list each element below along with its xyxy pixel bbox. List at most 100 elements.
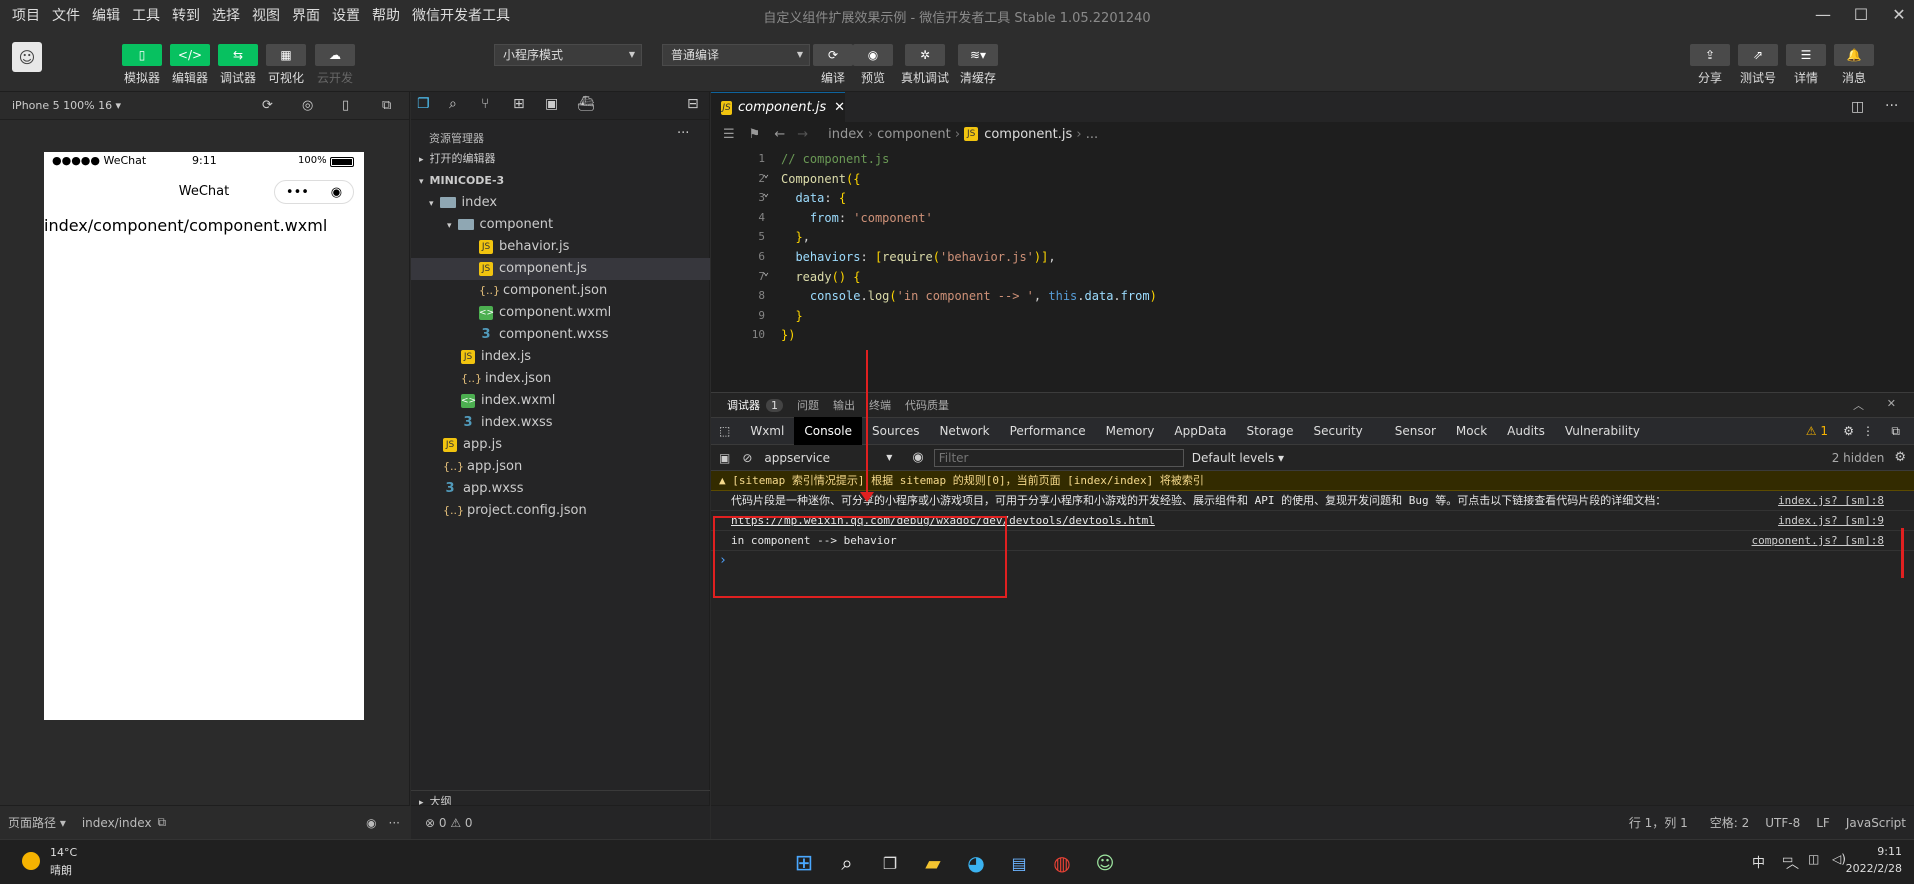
- wechat-devtools-icon[interactable]: ☺: [1091, 849, 1119, 877]
- devtools-tab[interactable]: Wxml: [740, 417, 794, 445]
- clear-console-icon[interactable]: ⊘: [742, 451, 752, 465]
- warning-count[interactable]: ⚠ 1: [1806, 424, 1828, 438]
- capsule-menu[interactable]: ••• ◉: [274, 180, 354, 204]
- more-vertical-icon[interactable]: ⋮: [1862, 424, 1874, 438]
- menu-item[interactable]: 界面: [286, 5, 326, 25]
- layout-icon[interactable]: ⊟: [687, 96, 699, 112]
- avatar[interactable]: ☺: [12, 42, 42, 72]
- window-icon[interactable]: ⧉: [382, 98, 391, 113]
- menu-item[interactable]: 项目: [6, 5, 46, 25]
- split-editor-icon[interactable]: ◫: [1851, 99, 1864, 115]
- toolbar-button[interactable]: ⇆ 调试器: [218, 44, 258, 86]
- eye-icon[interactable]: ◉: [912, 450, 923, 465]
- indent-setting[interactable]: 空格: 2: [1710, 814, 1750, 831]
- network-icon[interactable]: ◫: [1808, 852, 1819, 866]
- devtools-tab[interactable]: Console: [794, 417, 862, 445]
- tree-item[interactable]: JS component.js: [411, 258, 710, 280]
- toolbar-button[interactable]: ⇪ 分享: [1690, 44, 1730, 86]
- maximize-button[interactable]: ☐: [1846, 4, 1876, 26]
- devtools-tab[interactable]: Performance: [1000, 417, 1096, 445]
- toolbar-button[interactable]: ◉ 预览: [853, 44, 893, 86]
- device-select[interactable]: iPhone 5 100% 16 ▾: [12, 99, 121, 112]
- breadcrumb-item[interactable]: index: [828, 127, 864, 142]
- console-source-link[interactable]: component.js? [sm]:8: [1752, 531, 1884, 551]
- project-section[interactable]: ▾ MINICODE-3: [411, 170, 710, 192]
- menu-item[interactable]: 帮助: [366, 5, 406, 25]
- sidebar-toggle-icon[interactable]: ▣: [719, 451, 730, 465]
- tab-component-js[interactable]: JS component.js ✕: [711, 92, 845, 122]
- tree-item[interactable]: JS behavior.js: [411, 236, 710, 258]
- context-select[interactable]: appservice ▼: [764, 449, 896, 467]
- outline-icon[interactable]: ☰: [723, 127, 735, 142]
- scrollbar-marker[interactable]: [1901, 528, 1904, 578]
- files-icon[interactable]: ❐: [417, 96, 430, 112]
- encoding[interactable]: UTF-8: [1765, 816, 1800, 830]
- toolbar-button[interactable]: ☰ 详情: [1786, 44, 1826, 86]
- devtools-tab[interactable]: Audits: [1497, 417, 1555, 445]
- copy-icon[interactable]: ⧉: [158, 815, 167, 830]
- clock-date[interactable]: 2022/2/28: [1838, 862, 1902, 875]
- compile-select[interactable]: 普通编译 ▼: [662, 44, 810, 66]
- record-icon[interactable]: ◎: [302, 98, 313, 113]
- gear-icon[interactable]: ⚙: [1894, 450, 1906, 465]
- path-label[interactable]: 页面路径 ▾: [8, 814, 66, 831]
- tree-item[interactable]: {..} app.json: [411, 456, 710, 478]
- close-tab-icon[interactable]: ✕: [834, 100, 845, 115]
- panel-tab[interactable]: 问题: [797, 397, 819, 413]
- devtools-tab[interactable]: Mock: [1446, 417, 1497, 445]
- tree-item[interactable]: JS app.js: [411, 434, 710, 456]
- chevron-up-icon[interactable]: ︿: [1853, 397, 1864, 413]
- back-icon[interactable]: ←: [774, 127, 785, 142]
- tree-item[interactable]: {..} project.config.json: [411, 500, 710, 522]
- tree-item[interactable]: {..} component.json: [411, 280, 710, 302]
- windows-start-icon[interactable]: ⊞: [790, 849, 818, 877]
- more-icon[interactable]: •••: [286, 185, 309, 200]
- search-icon[interactable]: ⌕: [833, 849, 861, 877]
- close-panel-icon[interactable]: ✕: [1887, 397, 1896, 410]
- gear-icon[interactable]: ⚙: [1843, 424, 1854, 438]
- devtools-tab[interactable]: Memory: [1096, 417, 1165, 445]
- fold-icon[interactable]: ⌄: [763, 188, 769, 199]
- devtools-tab[interactable]: Sensor: [1385, 417, 1446, 445]
- devtools-tab[interactable]: Security: [1303, 417, 1372, 445]
- menu-item[interactable]: 设置: [326, 5, 366, 25]
- console-source-link[interactable]: index.js? [sm]:8: [1778, 491, 1884, 511]
- panel-tab[interactable]: 输出: [833, 397, 855, 413]
- toolbar-button[interactable]: ✲ 真机调试: [901, 44, 949, 86]
- battery-tray-icon[interactable]: ▭: [1782, 852, 1793, 866]
- toolbar-button[interactable]: ☁ 云开发: [315, 44, 355, 86]
- chrome-icon[interactable]: ◍: [1048, 849, 1076, 877]
- weather-desc[interactable]: 晴朗: [50, 862, 72, 878]
- ime-indicator[interactable]: 中: [1752, 852, 1765, 871]
- rotate-icon[interactable]: ⟳: [262, 98, 273, 113]
- toolbar-button[interactable]: </> 编辑器: [170, 44, 210, 86]
- mode-select[interactable]: 小程序模式 ▼: [494, 44, 642, 66]
- toolbar-button[interactable]: ▯ 模拟器: [122, 44, 162, 86]
- toolbar-button[interactable]: 🔔 消息: [1834, 44, 1874, 86]
- minimize-button[interactable]: —: [1808, 4, 1838, 26]
- eye-icon[interactable]: ◉: [366, 816, 376, 830]
- toolbar-button[interactable]: ⇗ 测试号: [1738, 44, 1778, 86]
- filter-input[interactable]: [933, 448, 1184, 467]
- more-icon[interactable]: ···: [1885, 98, 1898, 114]
- tree-item[interactable]: <> index.wxml: [411, 390, 710, 412]
- fold-icon[interactable]: ⌄: [763, 267, 769, 278]
- language-mode[interactable]: JavaScript: [1846, 816, 1906, 830]
- problems-count[interactable]: ⊗ 0 ⚠ 0: [425, 816, 473, 830]
- bookmark-icon[interactable]: ⚑: [749, 127, 761, 142]
- weather-temp[interactable]: 14°C: [50, 846, 77, 859]
- devtools-tab[interactable]: Network: [929, 417, 999, 445]
- tree-item[interactable]: <> component.wxml: [411, 302, 710, 324]
- menu-item[interactable]: 编辑: [86, 5, 126, 25]
- menu-item[interactable]: 转到: [166, 5, 206, 25]
- panel-tab[interactable]: 代码质量: [905, 397, 949, 413]
- breadcrumb-item[interactable]: component.js: [984, 127, 1072, 142]
- breadcrumb-item[interactable]: component: [877, 127, 951, 142]
- tree-item[interactable]: ▾ index: [411, 192, 710, 214]
- clock-time[interactable]: 9:11: [1862, 845, 1902, 858]
- menu-item[interactable]: 视图: [246, 5, 286, 25]
- open-editors-section[interactable]: ▸ 打开的编辑器: [411, 148, 710, 170]
- toolbar-button[interactable]: ▦ 可视化: [266, 44, 306, 86]
- forward-icon[interactable]: →: [797, 127, 808, 142]
- levels-select[interactable]: Default levels ▾: [1192, 451, 1284, 465]
